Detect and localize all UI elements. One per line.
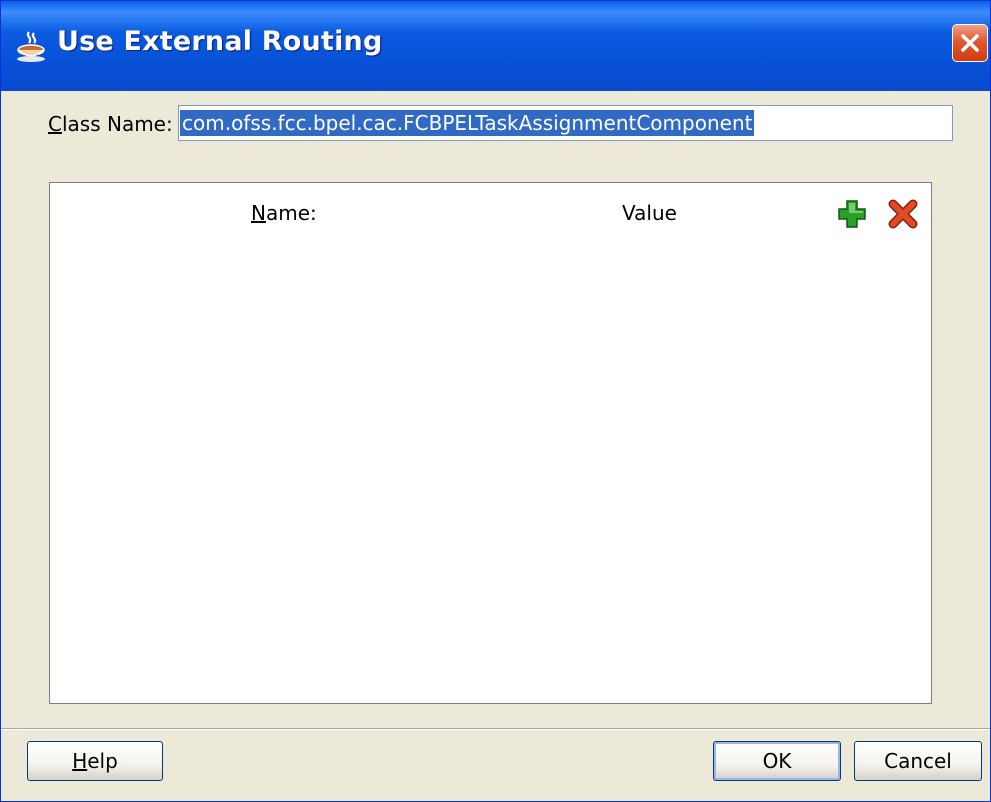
column-name-text: ame: xyxy=(265,201,317,225)
help-button[interactable]: Help xyxy=(27,741,163,781)
dialog-window: Use External Routing Class Name: com.ofs… xyxy=(0,0,991,802)
help-mnemonic: H xyxy=(72,749,88,773)
dialog-content: Class Name: com.ofss.fcc.bpel.cac.FCBPEL… xyxy=(1,91,990,801)
add-row-button[interactable] xyxy=(836,198,868,230)
window-title: Use External Routing xyxy=(57,26,383,57)
add-icon xyxy=(838,200,866,228)
cancel-button[interactable]: Cancel xyxy=(854,741,982,781)
properties-table[interactable]: Name: Value xyxy=(49,182,932,704)
ok-button[interactable]: OK xyxy=(713,741,841,781)
class-name-value: com.ofss.fcc.bpel.cac.FCBPELTaskAssignme… xyxy=(180,110,755,136)
class-name-label: Class Name: xyxy=(48,112,173,136)
close-icon xyxy=(961,34,979,52)
column-header-name: Name: xyxy=(251,201,317,225)
title-bar[interactable]: Use External Routing xyxy=(1,1,990,91)
column-name-mnemonic: N xyxy=(251,201,266,225)
class-name-mnemonic: C xyxy=(48,112,62,136)
column-header-value: Value xyxy=(622,201,677,225)
footer-separator xyxy=(1,728,990,730)
delete-icon xyxy=(888,199,918,229)
close-button[interactable] xyxy=(952,24,988,62)
class-name-label-text: lass Name: xyxy=(61,112,173,136)
coffee-cup-icon xyxy=(15,29,49,63)
help-label: elp xyxy=(87,749,118,773)
class-name-input[interactable]: com.ofss.fcc.bpel.cac.FCBPELTaskAssignme… xyxy=(178,105,953,141)
delete-row-button[interactable] xyxy=(887,198,919,230)
